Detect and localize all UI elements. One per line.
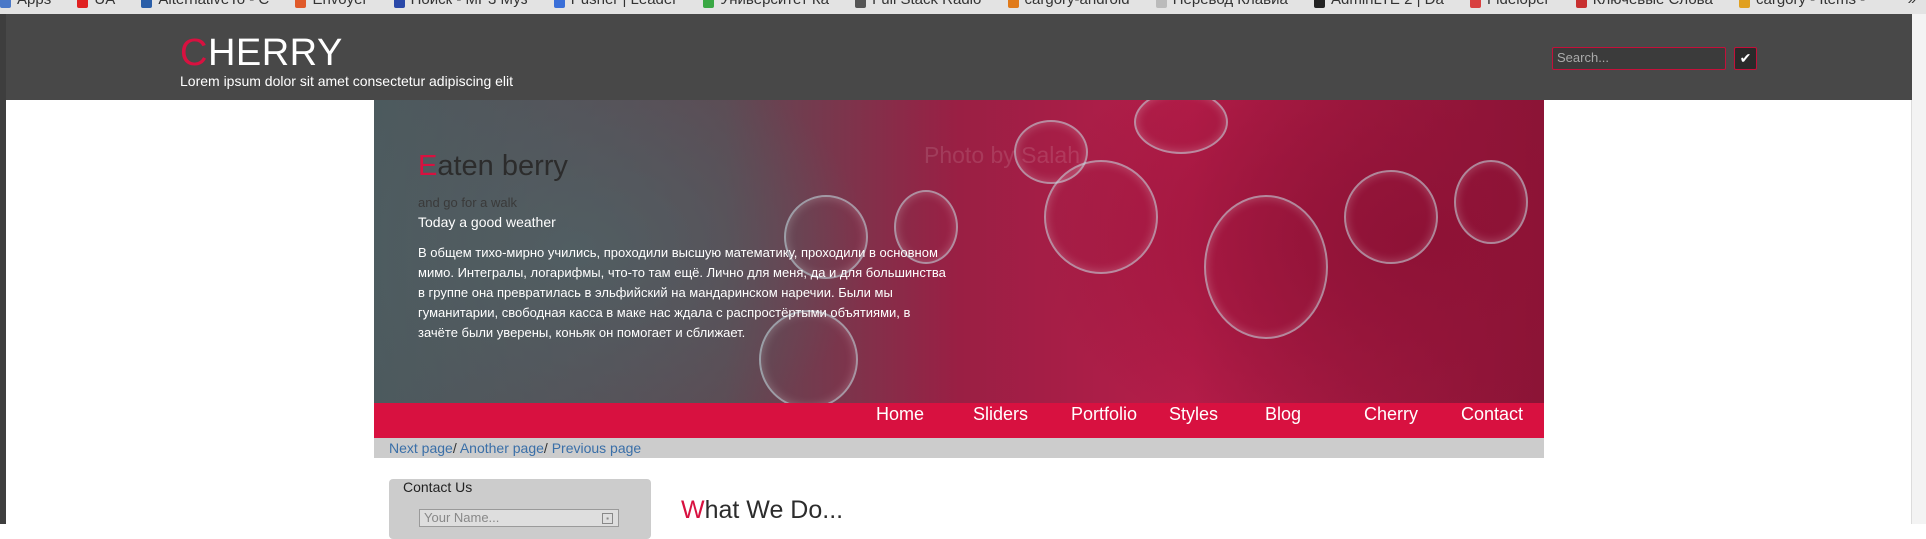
section-title: What We Do... [681, 496, 843, 525]
main-nav: Home Sliders Portfolio Styles Blog Cherr… [374, 403, 1544, 438]
breadcrumb-link-another[interactable]: Another page [460, 440, 544, 456]
breadcrumb-link-next[interactable]: Next page [389, 440, 453, 456]
bubble-decoration [1344, 170, 1438, 264]
folder-icon [1007, 0, 1019, 8]
nav-cherry[interactable]: Cherry [1364, 403, 1418, 438]
hero-paragraph: В общем тихо-мирно учились, проходили вы… [418, 245, 946, 340]
logo-initial: C [180, 32, 208, 74]
bookmark-university[interactable]: Университет Ка [703, 0, 829, 8]
chart-icon [1738, 0, 1750, 8]
bookmark-fideloper[interactable]: Fideloper [1470, 0, 1550, 8]
bookmarks-bar: Apps UA AlternativeTo - C Envoyer Поиск … [0, 0, 1926, 14]
envoyer-icon [295, 0, 307, 8]
photo-watermark: Photo by Salah [924, 142, 1081, 168]
name-input-placeholder: Your Name... [424, 510, 500, 525]
hero-weather: Today a good weather [418, 214, 556, 230]
bookmark-mp3-search[interactable]: Поиск - MP3 Муз [393, 0, 528, 8]
bookmark-envoyer[interactable]: Envoyer [295, 0, 367, 8]
globe-icon [393, 0, 405, 8]
bubble-decoration [1454, 160, 1528, 244]
search-input[interactable]: Search... [1552, 47, 1726, 70]
adminlte-icon [1314, 0, 1325, 8]
nav-home[interactable]: Home [876, 403, 924, 438]
hero-subtitle: and go for a walk [418, 195, 518, 210]
page-icon [1155, 0, 1167, 8]
contact-card-icon: ▪ [602, 513, 613, 524]
hero-banner: Photo by Salah Eaten berry and go for a … [374, 100, 1544, 403]
hero-title-initial: E [418, 150, 438, 182]
breadcrumb: Next page/ Another page/ Previous page [374, 438, 1544, 458]
bookmark-alternativeto[interactable]: AlternativeTo - C [141, 0, 269, 8]
breadcrumb-link-previous[interactable]: Previous page [552, 440, 642, 456]
bubble-decoration [1204, 195, 1328, 339]
bookmark-cargory-android[interactable]: cargory-android [1007, 0, 1130, 8]
hero-title: Eaten berry [418, 150, 568, 183]
site-header: CHERRY Lorem ipsum dolor sit amet consec… [6, 14, 1912, 100]
nav-portfolio[interactable]: Portfolio [1071, 403, 1137, 438]
microphone-icon [855, 0, 867, 8]
fideloper-icon [1470, 0, 1482, 8]
site-tagline: Lorem ipsum dolor sit amet consectetur a… [180, 73, 514, 89]
section-title-initial: W [681, 496, 705, 524]
contact-widget-title: Contact Us [403, 479, 473, 495]
page-scrollbar[interactable] [1911, 14, 1926, 524]
bookmarks-overflow-button[interactable]: » [1908, 0, 1916, 7]
nav-contact[interactable]: Contact [1461, 403, 1523, 438]
alternativeto-icon [141, 0, 153, 8]
youtube-icon [77, 0, 89, 8]
keywords-icon [1575, 0, 1587, 8]
nav-blog[interactable]: Blog [1265, 403, 1301, 438]
bubble-decoration [1134, 100, 1228, 154]
bookmark-cargory-items[interactable]: cargory - Items - [1738, 0, 1865, 8]
bookmark-apps[interactable]: Apps [0, 0, 51, 8]
bookmark-keywords[interactable]: Ключевые Слова [1575, 0, 1713, 8]
section-title-rest: hat We Do... [704, 496, 844, 524]
breadcrumb-separator: / [543, 440, 552, 456]
bookmark-adminlte[interactable]: AdminLTE 2 | Da [1314, 0, 1444, 8]
university-icon [703, 0, 715, 8]
pusher-icon [553, 0, 565, 8]
name-input[interactable]: Your Name... ▪ [419, 509, 619, 527]
bookmark-ua[interactable]: UA [77, 0, 115, 8]
site-logo[interactable]: CHERRY [180, 34, 343, 72]
nav-sliders[interactable]: Sliders [973, 403, 1028, 438]
apps-grid-icon [0, 0, 11, 8]
breadcrumb-separator: / [452, 440, 460, 456]
bookmark-pusher[interactable]: Pusher | Leader [553, 0, 677, 8]
bookmark-keyboard-translate[interactable]: Перевод Клавиа [1155, 0, 1288, 8]
search-submit-button[interactable]: ✔ [1734, 47, 1757, 70]
logo-rest: HERRY [207, 32, 343, 74]
hero-title-rest: aten berry [437, 150, 568, 182]
contact-widget: Contact Us Your Name... ▪ [389, 479, 651, 539]
checkmark-icon: ✔ [1739, 50, 1752, 66]
bookmark-full-stack-radio[interactable]: Full Stack Radio [855, 0, 981, 8]
nav-styles[interactable]: Styles [1169, 403, 1218, 438]
